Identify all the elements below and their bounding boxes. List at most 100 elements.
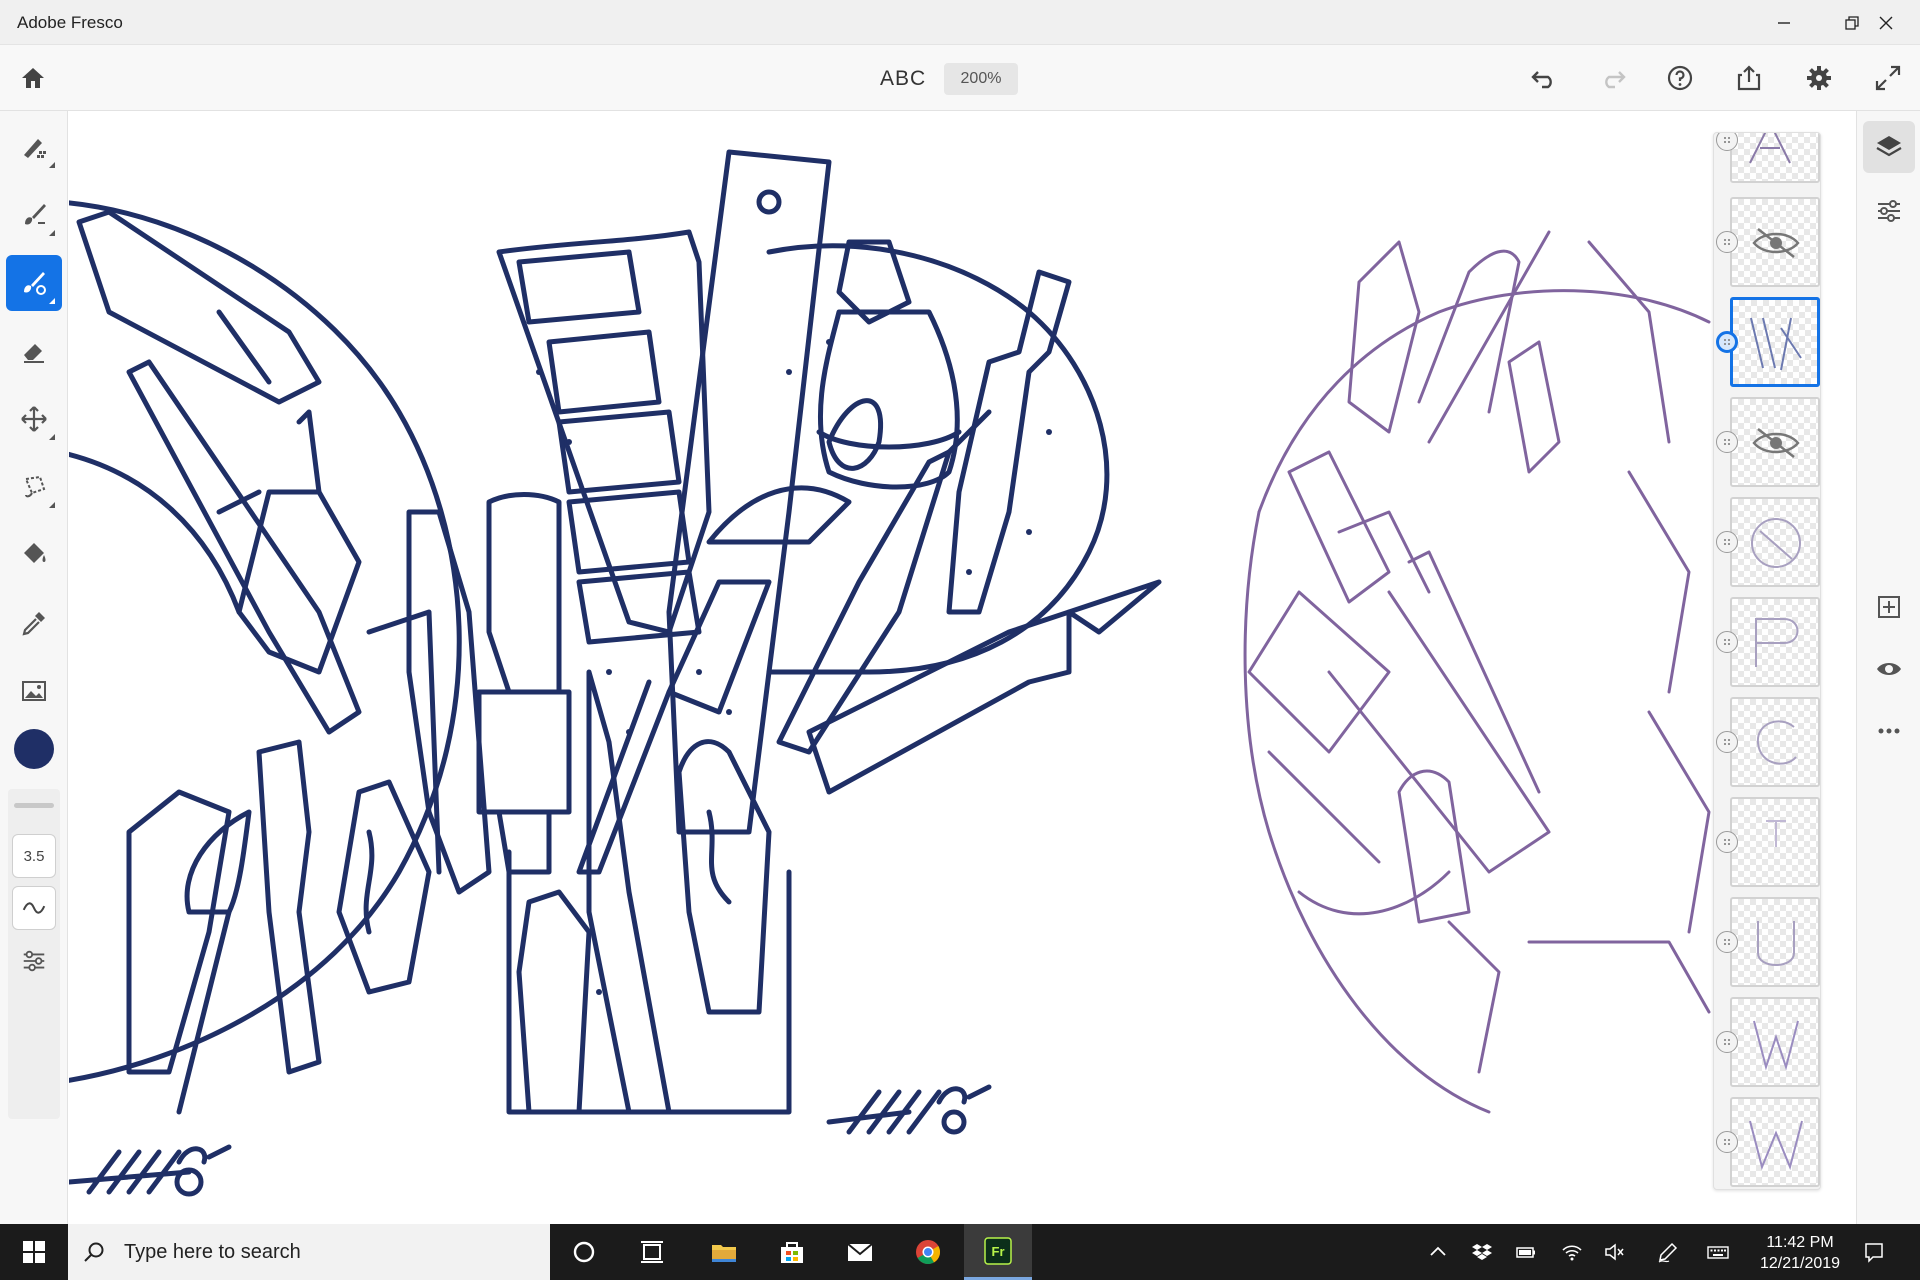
- live-brush-tool[interactable]: [6, 187, 62, 243]
- settings-button[interactable]: [1802, 61, 1836, 95]
- start-button[interactable]: [0, 1224, 68, 1280]
- wifi-tray-button[interactable]: [1558, 1238, 1586, 1266]
- action-center-button[interactable]: [1860, 1238, 1888, 1266]
- help-button[interactable]: [1663, 61, 1697, 95]
- show-hidden-icons-button[interactable]: [1424, 1238, 1452, 1266]
- battery-icon: [1516, 1247, 1535, 1258]
- volume-tray-button[interactable]: [1600, 1238, 1628, 1266]
- tool-rail: 3.5: [0, 111, 68, 1224]
- layer-drag-handle[interactable]: [1716, 831, 1738, 853]
- redo-icon: [1605, 71, 1626, 89]
- layer-drag-handle[interactable]: [1716, 1131, 1738, 1153]
- smoothing-button[interactable]: [12, 886, 56, 930]
- transform-tool[interactable]: [6, 391, 62, 447]
- more-button[interactable]: [1863, 705, 1915, 757]
- fullscreen-button[interactable]: [1871, 61, 1905, 95]
- pixel-brush-icon: [24, 139, 46, 158]
- fill-tool[interactable]: [6, 527, 62, 583]
- share-icon: [1737, 65, 1761, 91]
- wifi-icon: [1562, 1245, 1582, 1261]
- place-image-tool[interactable]: [6, 663, 62, 719]
- store-button[interactable]: [758, 1224, 826, 1280]
- layer-preview-icon: [1755, 618, 1799, 667]
- layer-thumbnail-hidden[interactable]: [1730, 397, 1820, 487]
- layer-preview-icon: [1766, 820, 1786, 847]
- window-title: Adobe Fresco: [17, 13, 123, 32]
- artwork: [69, 149, 1711, 1197]
- layer-preview-icon: [1757, 921, 1795, 966]
- layer-drag-handle[interactable]: [1716, 231, 1738, 253]
- folder-icon: [712, 1245, 736, 1262]
- taskbar-clock[interactable]: 11:42 PM 12/21/2019: [1744, 1232, 1856, 1274]
- file-explorer-button[interactable]: [690, 1224, 758, 1280]
- mail-button[interactable]: [826, 1224, 894, 1280]
- dropbox-tray-button[interactable]: [1468, 1238, 1496, 1266]
- layer-thumbnail[interactable]: [1730, 997, 1820, 1087]
- layers-button[interactable]: [1863, 121, 1915, 173]
- layer-thumbnail[interactable]: [1730, 597, 1820, 687]
- size-slider-handle[interactable]: [14, 803, 54, 808]
- brush-settings-button[interactable]: [14, 941, 54, 981]
- fresco-taskbar-button[interactable]: Fr: [964, 1224, 1032, 1280]
- zoom-level[interactable]: 200%: [944, 63, 1018, 95]
- drawing-canvas[interactable]: [69, 112, 1856, 1224]
- layer-drag-handle[interactable]: [1716, 1031, 1738, 1053]
- lasso-icon: [24, 475, 46, 498]
- home-button[interactable]: [16, 61, 50, 95]
- color-picker-swatch[interactable]: [14, 729, 54, 769]
- minimize-button[interactable]: [1750, 0, 1818, 45]
- settings-icon: [1807, 66, 1831, 90]
- eraser-tool[interactable]: [6, 323, 62, 379]
- pixel-brush-tool[interactable]: [6, 119, 62, 175]
- cortana-button[interactable]: [550, 1224, 618, 1280]
- layer-thumbnail[interactable]: [1730, 897, 1820, 987]
- keyboard-tray-button[interactable]: [1704, 1238, 1732, 1266]
- visibility-button[interactable]: [1863, 643, 1915, 695]
- layers-panel: [1713, 132, 1821, 1190]
- layer-properties-button[interactable]: [1863, 185, 1915, 237]
- notifications-icon: [1865, 1243, 1883, 1263]
- task-view-icon: [641, 1241, 663, 1263]
- hidden-eye-icon: [1752, 228, 1800, 258]
- eyedropper-tool[interactable]: [6, 595, 62, 651]
- close-button[interactable]: [1852, 0, 1920, 45]
- selection-tool[interactable]: [6, 459, 62, 515]
- layer-thumbnail-selected[interactable]: [1730, 297, 1820, 387]
- live-brush-icon: [25, 204, 46, 225]
- taskbar-search-box[interactable]: Type here to search: [68, 1224, 550, 1280]
- move-icon: [21, 406, 47, 432]
- layer-preview-icon: [1749, 133, 1791, 164]
- share-button[interactable]: [1732, 61, 1766, 95]
- brush-size-value[interactable]: 3.5: [12, 834, 56, 878]
- undo-button[interactable]: [1527, 61, 1561, 95]
- layer-drag-handle[interactable]: [1716, 631, 1738, 653]
- sliders-icon: [23, 950, 45, 972]
- layer-thumbnail[interactable]: [1730, 1097, 1820, 1187]
- layer-thumbnail[interactable]: [1730, 697, 1820, 787]
- vector-brush-tool[interactable]: [6, 255, 62, 311]
- task-view-button[interactable]: [618, 1224, 686, 1280]
- home-icon: [22, 68, 44, 88]
- add-layer-button[interactable]: [1863, 581, 1915, 633]
- layer-drag-handle[interactable]: [1716, 731, 1738, 753]
- layers-icon: [1876, 136, 1902, 157]
- layer-thumbnail[interactable]: [1730, 497, 1820, 587]
- document-title[interactable]: ABC: [880, 67, 926, 91]
- layer-drag-handle-selected[interactable]: [1716, 331, 1738, 353]
- chrome-button[interactable]: [894, 1224, 962, 1280]
- pen-tray-button[interactable]: [1654, 1238, 1682, 1266]
- layer-preview-icon: [1756, 720, 1797, 765]
- layer-drag-handle[interactable]: [1716, 531, 1738, 553]
- layer-thumbnail[interactable]: [1730, 133, 1820, 183]
- layer-drag-handle[interactable]: [1716, 431, 1738, 453]
- layer-preview-icon: [1751, 518, 1801, 568]
- layer-drag-handle[interactable]: [1716, 931, 1738, 953]
- title-bar: Adobe Fresco: [0, 0, 1920, 45]
- close-icon: [1879, 16, 1893, 29]
- battery-tray-button[interactable]: [1512, 1238, 1540, 1266]
- layer-thumbnail-hidden[interactable]: [1730, 197, 1820, 287]
- minimize-icon: [1778, 21, 1790, 24]
- layer-thumbnail[interactable]: [1730, 797, 1820, 887]
- redo-button[interactable]: [1596, 61, 1630, 95]
- dropbox-icon: [1472, 1244, 1492, 1260]
